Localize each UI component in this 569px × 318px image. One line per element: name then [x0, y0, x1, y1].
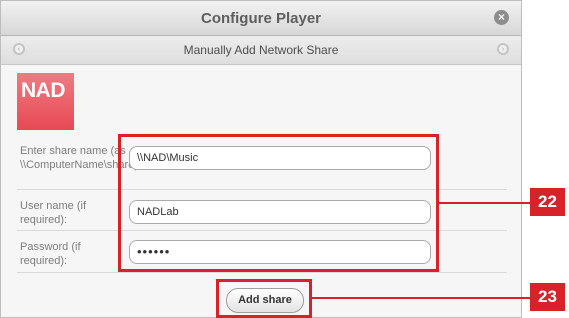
- dialog-title: Configure Player: [200, 9, 322, 27]
- password-label: Password (if required):: [20, 241, 81, 267]
- back-arrow-icon[interactable]: ‹: [13, 43, 25, 55]
- nad-logo: NAD: [17, 73, 74, 130]
- callout-badge-22: 22: [530, 188, 565, 216]
- button-highlight-box: [216, 279, 312, 318]
- fields-leader-line: [439, 202, 530, 204]
- sub-header-bar: ‹ Manually Add Network Share ›: [1, 36, 521, 65]
- row-divider: [17, 272, 507, 273]
- title-bar: Configure Player ×: [1, 1, 521, 36]
- forward-arrow-icon[interactable]: ›: [497, 43, 509, 55]
- close-icon[interactable]: ×: [494, 10, 509, 25]
- fields-highlight-box: [118, 134, 439, 272]
- user-name-label: User name (if required):: [20, 200, 87, 226]
- button-leader-line: [312, 297, 530, 299]
- share-name-label: Enter share name (as \\ComputerName\shar…: [20, 145, 142, 171]
- callout-badge-23: 23: [530, 283, 565, 311]
- sub-header-title: Manually Add Network Share: [183, 43, 339, 57]
